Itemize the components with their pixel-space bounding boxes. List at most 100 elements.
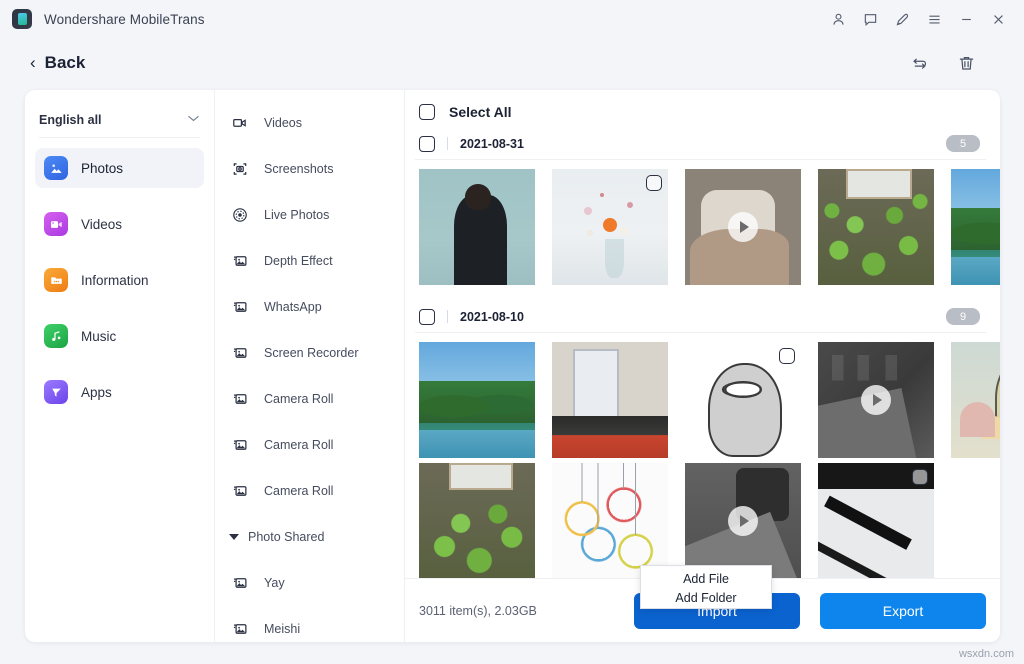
back-button[interactable]: ‹ Back [30, 53, 85, 73]
chevron-left-icon: ‹ [30, 53, 36, 73]
category-item-live-photos[interactable]: Live Photos [215, 192, 404, 238]
category-label: Camera Roll [264, 484, 333, 498]
mobiletrans-logo-icon [12, 9, 32, 29]
music-icon [44, 324, 68, 348]
thumbnail-row [415, 458, 986, 578]
thumbnail-item[interactable] [552, 169, 668, 285]
play-icon [861, 385, 891, 415]
thumbnail-row [415, 333, 986, 458]
sidebar-label-photos: Photos [81, 161, 123, 176]
language-label: English all [39, 113, 102, 127]
screenshot-icon [231, 161, 249, 177]
pen-icon[interactable] [886, 4, 918, 34]
category-item-whatsapp[interactable]: WhatsApp [215, 284, 404, 330]
date-group-label: 2021-08-10 [460, 310, 524, 324]
thumbnail-item[interactable] [419, 169, 535, 285]
category-label: Depth Effect [264, 254, 333, 268]
app-title: Wondershare MobileTrans [44, 12, 205, 27]
select-all-label: Select All [449, 104, 512, 120]
photos-icon [44, 156, 68, 180]
thumbnail-checkbox[interactable] [646, 175, 662, 191]
back-label: Back [45, 53, 86, 73]
category-item-yay[interactable]: Yay [215, 560, 404, 606]
category-label: Screenshots [264, 162, 333, 176]
date-group-label: 2021-08-31 [460, 137, 524, 151]
category-label: Live Photos [264, 208, 329, 222]
divider [447, 137, 448, 150]
export-button[interactable]: Export [820, 593, 986, 629]
refresh-icon[interactable] [910, 54, 929, 73]
sidebar: English all Photos Videos [25, 90, 215, 642]
category-item-camera-roll-2[interactable]: Camera Roll [215, 422, 404, 468]
sidebar-item-photos[interactable]: Photos [35, 148, 204, 188]
category-item-screen-recorder[interactable]: Screen Recorder [215, 330, 404, 376]
thumbnail-checkbox[interactable] [779, 348, 795, 364]
thumbnail-item-video[interactable] [685, 169, 801, 285]
context-menu-item-add-file[interactable]: Add File [641, 569, 771, 588]
photo-stack-icon [231, 253, 249, 269]
sidebar-item-apps[interactable]: Apps [35, 372, 204, 412]
gallery-scroll-area[interactable]: Select All 2021-08-31 5 2021-08-10 [405, 90, 1000, 578]
apps-icon [44, 380, 68, 404]
date-group-count: 5 [946, 135, 980, 152]
account-icon[interactable] [822, 4, 854, 34]
select-all-row[interactable]: Select All [415, 96, 986, 128]
title-bar: Wondershare MobileTrans [0, 0, 1024, 38]
date-group-checkbox[interactable] [419, 309, 435, 325]
thumbnail-item[interactable] [419, 463, 535, 578]
category-item-screenshots[interactable]: Screenshots [215, 146, 404, 192]
language-selector[interactable]: English all [39, 102, 200, 138]
thumbnail-item[interactable] [951, 342, 1000, 458]
category-label: Yay [264, 576, 285, 590]
trash-icon[interactable] [957, 54, 976, 73]
sidebar-nav: Photos Videos Information Music [25, 138, 214, 412]
minimize-icon[interactable] [950, 4, 982, 34]
category-group-label: Photo Shared [248, 530, 324, 544]
category-label: Meishi [264, 622, 300, 636]
thumbnail-item[interactable] [818, 463, 934, 578]
sidebar-item-information[interactable]: Information [35, 260, 204, 300]
sidebar-item-videos[interactable]: Videos [35, 204, 204, 244]
item-count-info: 3011 item(s), 2.03GB [419, 604, 537, 618]
sidebar-label-apps: Apps [81, 385, 112, 400]
menu-icon[interactable] [918, 4, 950, 34]
context-menu-item-add-folder[interactable]: Add Folder [641, 588, 771, 607]
category-item-camera-roll-1[interactable]: Camera Roll [215, 376, 404, 422]
sidebar-item-music[interactable]: Music [35, 316, 204, 356]
thumbnail-item-video[interactable] [818, 342, 934, 458]
thumbnail-item[interactable] [552, 342, 668, 458]
videos-icon [44, 212, 68, 236]
photo-stack-icon [231, 345, 249, 361]
select-all-checkbox[interactable] [419, 104, 435, 120]
thumbnail-item[interactable] [951, 169, 1000, 285]
gallery-panel: Select All 2021-08-31 5 2021-08-10 [405, 90, 1000, 642]
thumbnail-item[interactable] [419, 342, 535, 458]
category-label: Camera Roll [264, 438, 333, 452]
thumbnail-item[interactable] [685, 342, 801, 458]
close-icon[interactable] [982, 4, 1014, 34]
category-item-videos[interactable]: Videos [215, 100, 404, 146]
thumbnail-item[interactable] [552, 463, 668, 578]
photo-stack-icon [231, 483, 249, 499]
category-item-camera-roll-3[interactable]: Camera Roll [215, 468, 404, 514]
thumbnail-item[interactable] [818, 169, 934, 285]
photo-stack-icon [231, 437, 249, 453]
thumbnail-checkbox[interactable] [912, 469, 928, 485]
page-toolbar: ‹ Back [0, 38, 1024, 88]
play-icon [728, 506, 758, 536]
date-group-header[interactable]: 2021-08-31 5 [415, 128, 986, 160]
sidebar-label-information: Information [81, 273, 149, 288]
video-camera-icon [231, 115, 249, 131]
category-item-depth-effect[interactable]: Depth Effect [215, 238, 404, 284]
photo-stack-icon [231, 391, 249, 407]
thumbnail-row [415, 160, 986, 285]
thumbnail-item-video[interactable] [685, 463, 801, 578]
category-group-photo-shared[interactable]: Photo Shared [215, 514, 404, 560]
main-panel: English all Photos Videos [25, 90, 1000, 642]
sidebar-label-videos: Videos [81, 217, 122, 232]
category-item-meishi[interactable]: Meishi [215, 606, 404, 642]
live-photo-icon [231, 207, 249, 223]
feedback-icon[interactable] [854, 4, 886, 34]
date-group-checkbox[interactable] [419, 136, 435, 152]
date-group-header[interactable]: 2021-08-10 9 [415, 301, 986, 333]
